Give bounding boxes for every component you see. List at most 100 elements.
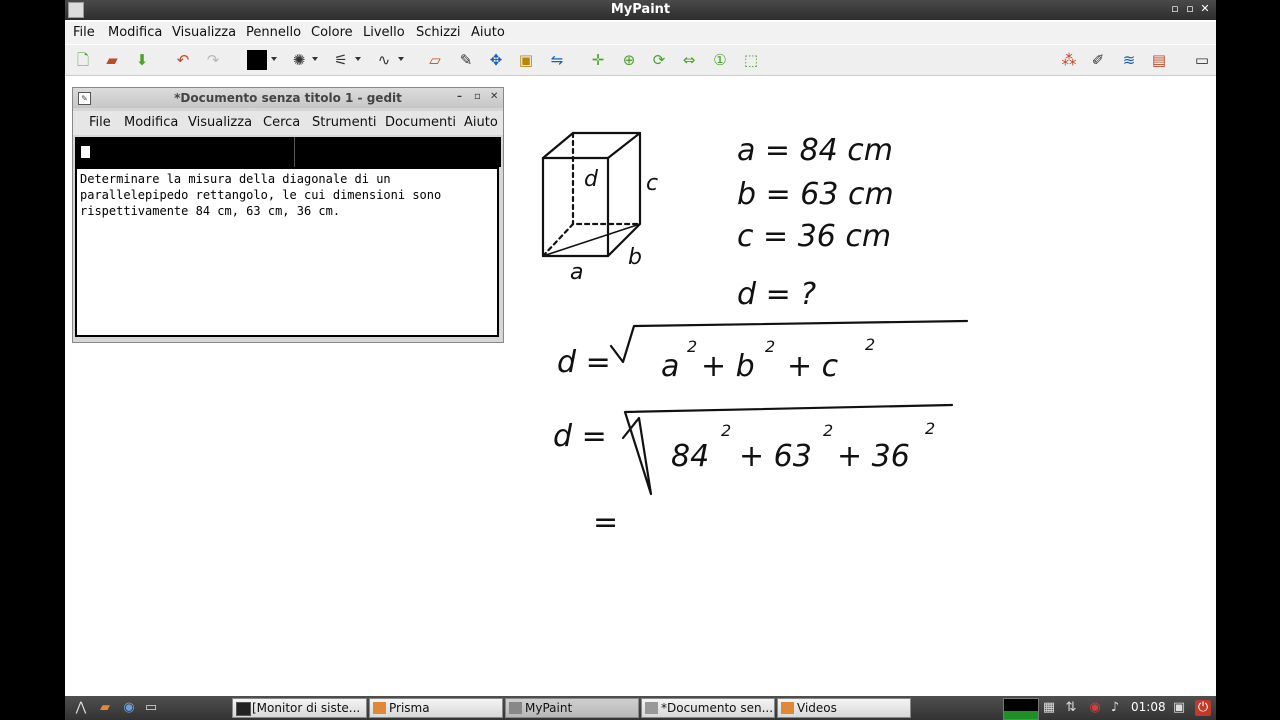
toolbar: 🗋 ▰ ⬇ ↶ ↷ ✺ ⚟ ∿ ▱ ✎ ✥ ▣ ⇋ ✛ ⊕ ⟳ ⇔ ① ⬚ ⁂ … — [65, 45, 1216, 76]
scratchpad-icon[interactable]: ▤ — [1149, 50, 1169, 70]
box-sketch — [541, 131, 642, 258]
text-line: Determinare la misura della diagonale di… — [80, 172, 391, 186]
network-icon[interactable]: ⇅ — [1063, 700, 1079, 716]
text-line: parallelepipedo rettangolo, le cui dimen… — [80, 188, 442, 202]
subst-lhs: d = — [553, 419, 607, 454]
clock: 01:08 — [1131, 700, 1166, 714]
fullscreen-icon[interactable]: ▭ — [1192, 50, 1212, 70]
exp-c: 2 — [865, 335, 875, 354]
gedit-text-area[interactable]: Determinare la misura della diagonale di… — [75, 167, 499, 337]
gedit-menu-documenti[interactable]: Documenti — [385, 115, 456, 130]
formula-term-b: + b — [701, 349, 755, 384]
gedit-menu-visualizza[interactable]: Visualizza — [188, 115, 252, 130]
result-equals: = — [593, 505, 618, 540]
reset-view-icon[interactable]: ① — [710, 50, 730, 70]
browser-icon[interactable]: ◉ — [121, 700, 137, 716]
zoom-icon[interactable]: ⊕ — [619, 50, 639, 70]
box-label-d: d — [584, 167, 599, 192]
move-icon[interactable]: ✥ — [486, 50, 506, 70]
menu-livello[interactable]: Livello — [363, 25, 405, 40]
menu-bar: File Modifica Visualizza Pennello Colore… — [65, 22, 1216, 44]
gedit-titlebar[interactable]: ✎ *Documento senza titolo 1 - gedit – ▫ … — [73, 88, 503, 108]
menu-pennello[interactable]: Pennello — [246, 25, 301, 40]
gedit-minimize-icon[interactable]: – — [457, 91, 462, 102]
gedit-maximize-icon[interactable]: ▫ — [474, 91, 481, 102]
stroke-icon[interactable]: ∿ — [374, 50, 394, 70]
task-gedit[interactable]: *Documento sen... — [641, 698, 775, 718]
color-swatch[interactable] — [247, 50, 267, 70]
save-icon[interactable]: ⬇ — [132, 50, 152, 70]
gedit-menu-file[interactable]: File — [89, 115, 111, 130]
box-label-b: b — [628, 245, 642, 270]
volume-icon[interactable]: ♪ — [1107, 700, 1123, 716]
box-label-a: a — [570, 260, 583, 285]
gedit-window: ✎ *Documento senza titolo 1 - gedit – ▫ … — [72, 87, 504, 343]
layer-stack-icon[interactable]: ≋ — [1119, 50, 1139, 70]
window-title: MyPaint — [610, 2, 671, 17]
menu-schizzi[interactable]: Schizzi — [416, 25, 461, 40]
open-folder-icon[interactable]: ▰ — [102, 50, 122, 70]
undo-icon[interactable]: ↶ — [173, 50, 193, 70]
start-menu-icon[interactable]: ⋀ — [73, 700, 89, 716]
subst-84: 84 — [671, 439, 709, 474]
close-icon[interactable]: ✕ — [1198, 2, 1212, 15]
exp-84: 2 — [721, 421, 731, 440]
task-prisma[interactable]: Prisma — [369, 698, 503, 718]
document-icon — [81, 146, 90, 158]
mirror-icon[interactable]: ⇔ — [679, 50, 699, 70]
menu-visualizza[interactable]: Visualizza — [172, 25, 236, 40]
task-videos[interactable]: Videos — [777, 698, 911, 718]
task-monitor[interactable]: [Monitor di siste... — [232, 698, 367, 718]
gedit-menu-strumenti[interactable]: Strumenti — [312, 115, 377, 130]
formula-lhs: d = — [557, 345, 611, 380]
maximize-icon[interactable]: ▫ — [1183, 2, 1197, 15]
given-c: c = 36 cm — [737, 219, 891, 254]
gedit-menu-cerca[interactable]: Cerca — [263, 115, 300, 130]
formula-term-c: + c — [787, 349, 839, 384]
task-mypaint[interactable]: MyPaint — [505, 698, 639, 718]
given-a: a = 84 cm — [737, 133, 893, 168]
frame-icon[interactable]: ▣ — [516, 50, 536, 70]
mypaint-window: MyPaint ▫ ▫ ✕ File Modifica Visualizza P… — [65, 0, 1216, 720]
power-icon[interactable]: ⏻ — [1195, 700, 1211, 716]
exp-63: 2 — [823, 421, 833, 440]
brush-settings-icon[interactable]: ⚟ — [331, 50, 351, 70]
window-titlebar[interactable]: MyPaint ▫ ▫ ✕ — [65, 0, 1216, 20]
show-desktop-icon[interactable]: ▭ — [143, 700, 159, 716]
menu-aiuto[interactable]: Aiuto — [471, 25, 505, 40]
brush-presets-icon[interactable]: ✺ — [289, 50, 309, 70]
minimize-icon[interactable]: ▫ — [1168, 2, 1182, 15]
gedit-tab-bar — [75, 137, 501, 167]
color-picker-icon[interactable]: ✎ — [456, 50, 476, 70]
keyboard-icon[interactable]: ▦ — [1041, 700, 1057, 716]
fit-view-icon[interactable]: ⬚ — [741, 50, 761, 70]
gedit-menu-bar: File Modifica Visualizza Cerca Strumenti… — [73, 111, 503, 135]
redo-icon[interactable]: ↷ — [203, 50, 223, 70]
eraser-icon[interactable]: ▱ — [425, 50, 445, 70]
rotate-icon[interactable]: ⟳ — [649, 50, 669, 70]
exp-a: 2 — [687, 337, 697, 356]
record-icon[interactable]: ◉ — [1087, 700, 1103, 716]
given-b: b = 63 cm — [737, 177, 894, 212]
gedit-title: *Documento senza titolo 1 - gedit — [174, 91, 402, 105]
formula-term-a: a — [661, 349, 679, 384]
gedit-close-icon[interactable]: ✕ — [490, 91, 498, 102]
menu-file[interactable]: File — [73, 25, 95, 40]
exp-b: 2 — [765, 337, 775, 356]
subst-36: + 36 — [837, 439, 910, 474]
symmetry-icon[interactable]: ⇋ — [547, 50, 567, 70]
taskbar: ⋀ ▰ ◉ ▭ [Monitor di siste... Prisma MyPa… — [65, 696, 1216, 720]
menu-colore[interactable]: Colore — [311, 25, 353, 40]
menu-modifica[interactable]: Modifica — [108, 25, 162, 40]
layers-icon[interactable]: ⁂ — [1059, 50, 1079, 70]
gedit-menu-modifica[interactable]: Modifica — [124, 115, 178, 130]
gedit-menu-aiuto[interactable]: Aiuto — [464, 115, 498, 130]
pan-icon[interactable]: ✛ — [588, 50, 608, 70]
lock-icon[interactable]: ▣ — [1171, 700, 1187, 716]
gedit-document-tab[interactable] — [75, 137, 295, 167]
new-file-icon[interactable]: 🗋 — [73, 50, 93, 70]
unknown-d: d = ? — [737, 277, 816, 312]
file-manager-icon[interactable]: ▰ — [97, 700, 113, 716]
brush-icon[interactable]: ✐ — [1088, 50, 1108, 70]
exp-36: 2 — [925, 419, 935, 438]
